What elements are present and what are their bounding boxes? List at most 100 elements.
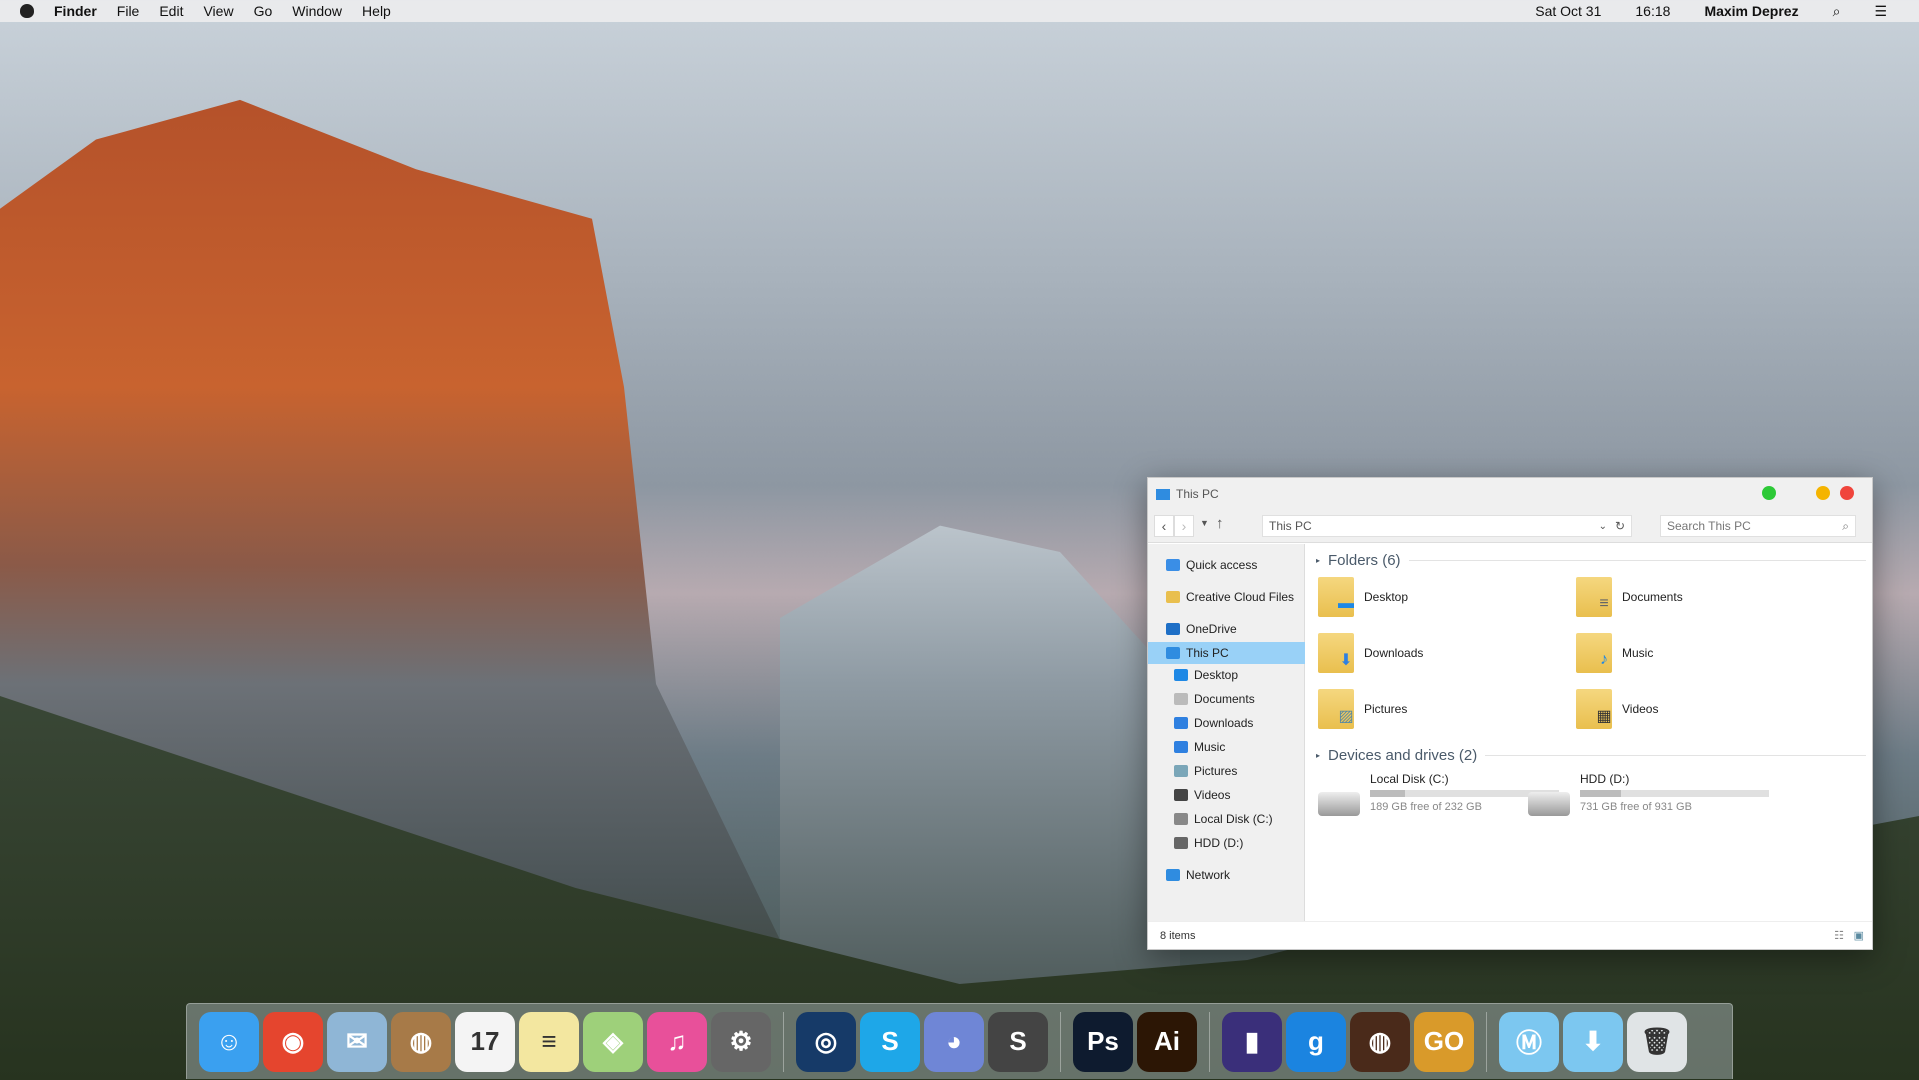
folder-pictures[interactable]: ▨ Pictures bbox=[1318, 686, 1407, 732]
expand-icon: ▸ bbox=[1316, 751, 1321, 760]
dock-separator bbox=[1060, 1011, 1061, 1072]
dock-notes-icon[interactable]: ≡ bbox=[519, 1011, 579, 1072]
address-dropdown-icon[interactable]: ⌄ bbox=[1599, 521, 1607, 532]
forward-button[interactable]: › bbox=[1174, 515, 1194, 537]
sidebar-item-quick-access[interactable]: Quick access bbox=[1148, 554, 1305, 576]
dock-tf2-icon[interactable]: ◍ bbox=[1350, 1011, 1410, 1072]
drive-c[interactable]: Local Disk (C:) 189 GB free of 232 GB bbox=[1318, 772, 1559, 816]
menu-window[interactable]: Window bbox=[292, 3, 342, 19]
sidebar-item-hdd-d[interactable]: HDD (D:) bbox=[1148, 832, 1305, 854]
search-input[interactable]: Search This PC ⌕ bbox=[1660, 515, 1856, 537]
drives-section-header[interactable]: ▸ Devices and drives (2) bbox=[1316, 747, 1866, 764]
folder-label: Downloads bbox=[1364, 646, 1424, 660]
menu-edit[interactable]: Edit bbox=[159, 3, 183, 19]
menu-go[interactable]: Go bbox=[254, 3, 273, 19]
sidebar-item-label: Music bbox=[1194, 740, 1226, 754]
menu-app-name[interactable]: Finder bbox=[54, 3, 97, 19]
folder-label: Videos bbox=[1622, 702, 1659, 716]
dock-separator bbox=[783, 1011, 784, 1072]
menu-help[interactable]: Help bbox=[362, 3, 391, 19]
sidebar-item-this-pc[interactable]: This PC bbox=[1148, 642, 1305, 664]
folder-downloads[interactable]: ⬇ Downloads bbox=[1318, 630, 1423, 676]
address-bar[interactable]: This PC ⌄ ↻ bbox=[1262, 515, 1632, 537]
drive-usage-bar bbox=[1580, 790, 1769, 797]
sidebar-item-local-disk-c[interactable]: Local Disk (C:) bbox=[1148, 808, 1305, 830]
dock-separator bbox=[1209, 1011, 1210, 1072]
sidebar-item-music[interactable]: Music bbox=[1148, 736, 1305, 758]
dock-folder-applications-icon[interactable]: Ⓜ bbox=[1499, 1011, 1559, 1072]
close-button[interactable] bbox=[1840, 486, 1854, 500]
back-button[interactable]: ‹ bbox=[1154, 515, 1174, 537]
dock-gmod-icon[interactable]: g bbox=[1286, 1011, 1346, 1072]
dock-sublime-text-icon[interactable]: S bbox=[988, 1011, 1048, 1072]
dock-app-obsidian-icon[interactable]: ▮ bbox=[1222, 1011, 1282, 1072]
sidebar-item-label: HDD (D:) bbox=[1194, 836, 1244, 850]
folder-desktop[interactable]: ▬ Desktop bbox=[1318, 574, 1408, 620]
dock-system-preferences-icon[interactable]: ⚙ bbox=[711, 1011, 771, 1072]
sidebar-item-videos[interactable]: Videos bbox=[1148, 784, 1305, 806]
title-bar[interactable]: This PC bbox=[1148, 478, 1872, 510]
minimize-button[interactable] bbox=[1816, 486, 1830, 500]
folder-documents[interactable]: ≡ Documents bbox=[1576, 574, 1683, 620]
folder-videos-icon: ▦ bbox=[1576, 689, 1612, 729]
dock-contacts-icon[interactable]: ◍ bbox=[391, 1011, 451, 1072]
video-icon bbox=[1174, 789, 1188, 801]
dock-discord-icon[interactable]: ◕ bbox=[924, 1011, 984, 1072]
computer-icon bbox=[1166, 647, 1180, 659]
maximize-button[interactable] bbox=[1762, 486, 1776, 500]
dock-mail-icon[interactable]: ✉ bbox=[327, 1011, 387, 1072]
navigation-bar: ‹ › ▼ ↑ This PC ⌄ ↻ Search This PC ⌕ bbox=[1148, 510, 1872, 543]
menu-user[interactable]: Maxim Deprez bbox=[1704, 3, 1798, 19]
download-icon bbox=[1174, 717, 1188, 729]
dock-maps-icon[interactable]: ◈ bbox=[583, 1011, 643, 1072]
spotlight-search-icon[interactable]: ⌕ bbox=[1833, 3, 1841, 20]
menu-time[interactable]: 16:18 bbox=[1635, 3, 1670, 19]
folder-label: Music bbox=[1622, 646, 1654, 660]
dock-csgo-icon[interactable]: GO bbox=[1414, 1011, 1474, 1072]
folder-pictures-icon: ▨ bbox=[1318, 689, 1354, 729]
sidebar-item-label: Documents bbox=[1194, 692, 1255, 706]
folders-section-header[interactable]: ▸ Folders (6) bbox=[1316, 552, 1866, 569]
folder-label: Documents bbox=[1622, 590, 1683, 604]
recent-locations-chevron-icon[interactable]: ▼ bbox=[1200, 518, 1209, 528]
dock-separator bbox=[1486, 1011, 1487, 1072]
menu-view[interactable]: View bbox=[203, 3, 233, 19]
refresh-icon[interactable]: ↻ bbox=[1615, 519, 1625, 533]
drive-d[interactable]: HDD (D:) 731 GB free of 931 GB bbox=[1528, 772, 1769, 816]
computer-icon bbox=[1156, 488, 1170, 500]
sidebar-item-network[interactable]: Network bbox=[1148, 864, 1305, 886]
content-pane: ▸ Folders (6) ▬ Desktop ≡ Documents ⬇ Download… bbox=[1306, 544, 1872, 923]
sidebar-item-pictures[interactable]: Pictures bbox=[1148, 760, 1305, 782]
dock-calendar-icon[interactable]: 17 bbox=[455, 1011, 515, 1072]
apple-menu-icon[interactable] bbox=[20, 4, 34, 18]
menu-bar: Finder File Edit View Go Window Help Sat… bbox=[0, 0, 1919, 22]
dock-chrome-icon[interactable]: ◉ bbox=[263, 1011, 323, 1072]
dock-steam-icon[interactable]: ◎ bbox=[796, 1011, 856, 1072]
document-icon bbox=[1174, 693, 1188, 705]
sidebar-item-downloads[interactable]: Downloads bbox=[1148, 712, 1305, 734]
dock-photoshop-icon[interactable]: Ps bbox=[1073, 1011, 1133, 1072]
dock-trash-icon[interactable]: 🗑 bbox=[1627, 1011, 1687, 1072]
menu-file[interactable]: File bbox=[117, 3, 140, 19]
sidebar-item-documents[interactable]: Documents bbox=[1148, 688, 1305, 710]
sidebar-item-desktop[interactable]: Desktop bbox=[1148, 664, 1305, 686]
dock-illustrator-icon[interactable]: Ai bbox=[1137, 1011, 1197, 1072]
folder-videos[interactable]: ▦ Videos bbox=[1576, 686, 1658, 732]
folder-music[interactable]: ♪ Music bbox=[1576, 630, 1653, 676]
sidebar-item-label: Network bbox=[1186, 868, 1231, 882]
details-view-icon[interactable]: ☷ bbox=[1834, 929, 1844, 942]
sidebar-item-onedrive[interactable]: OneDrive bbox=[1148, 618, 1305, 640]
disk-icon bbox=[1174, 813, 1188, 825]
dock-folder-downloads-icon[interactable]: ⬇ bbox=[1563, 1011, 1623, 1072]
up-arrow-icon[interactable]: ↑ bbox=[1216, 515, 1224, 532]
sidebar-item-creative-cloud-files[interactable]: Creative Cloud Files bbox=[1148, 586, 1305, 608]
menu-date[interactable]: Sat Oct 31 bbox=[1535, 3, 1601, 19]
dock-skype-icon[interactable]: S bbox=[860, 1011, 920, 1072]
dock-finder-icon[interactable]: ☺ bbox=[199, 1011, 259, 1072]
folders-header-text: Folders (6) bbox=[1328, 552, 1401, 569]
large-icons-view-icon[interactable]: ▣ bbox=[1854, 929, 1864, 942]
dock-itunes-icon[interactable]: ♫ bbox=[647, 1011, 707, 1072]
sidebar-item-label: Desktop bbox=[1194, 668, 1239, 682]
notification-center-icon[interactable]: ☰ bbox=[1874, 3, 1887, 20]
drive-label: HDD (D:) bbox=[1580, 772, 1630, 786]
